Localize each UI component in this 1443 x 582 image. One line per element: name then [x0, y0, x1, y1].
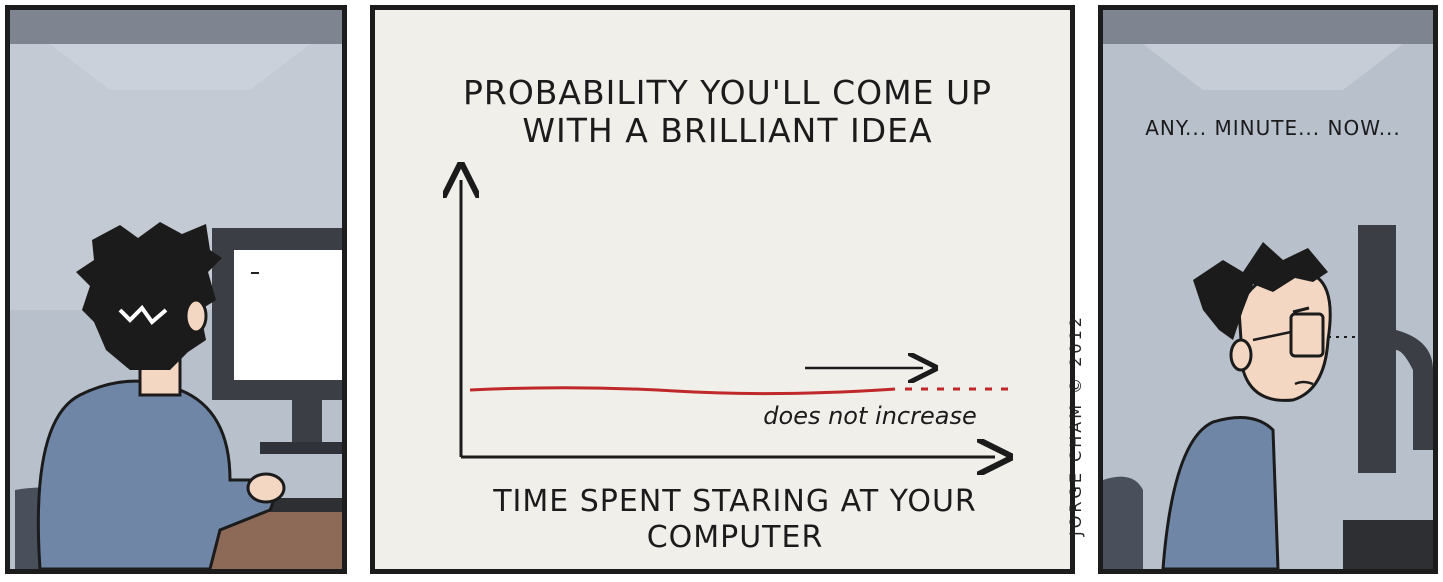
monitor-arm	[1396, 330, 1433, 450]
monitor-screen	[234, 250, 342, 380]
comic-panel-2: PROBABILITY YOU'LL COME UP WITH A BRILLI…	[370, 5, 1075, 574]
flat-probability-line	[469, 386, 896, 396]
ceiling	[1103, 10, 1433, 44]
person-face	[1237, 270, 1332, 402]
ceiling	[10, 10, 342, 44]
person-hand	[246, 472, 286, 504]
comic-panel-3: ANY... MINUTE... NOW...	[1098, 5, 1438, 574]
person-hair	[76, 222, 222, 370]
person-ear	[1229, 338, 1253, 372]
monitor-side	[1358, 225, 1396, 473]
person-ear	[184, 298, 208, 334]
cursor	[251, 272, 259, 274]
monitor-base	[260, 442, 342, 454]
speech-text: ANY... MINUTE... NOW...	[1145, 116, 1401, 140]
desk-item	[1343, 520, 1433, 569]
chair	[1103, 476, 1143, 569]
annotation-label: does not increase	[763, 402, 977, 430]
panel-1-illustration	[10, 10, 342, 569]
comic-panel-1	[5, 5, 347, 574]
artist-credit: JORGE CHAM © 2012	[1066, 314, 1085, 536]
person-shirt	[1161, 416, 1280, 569]
panel-3-illustration	[1103, 10, 1433, 569]
ceiling-light	[1143, 44, 1403, 90]
x-axis-label: TIME SPENT STARING AT YOUR COMPUTER	[493, 484, 977, 555]
